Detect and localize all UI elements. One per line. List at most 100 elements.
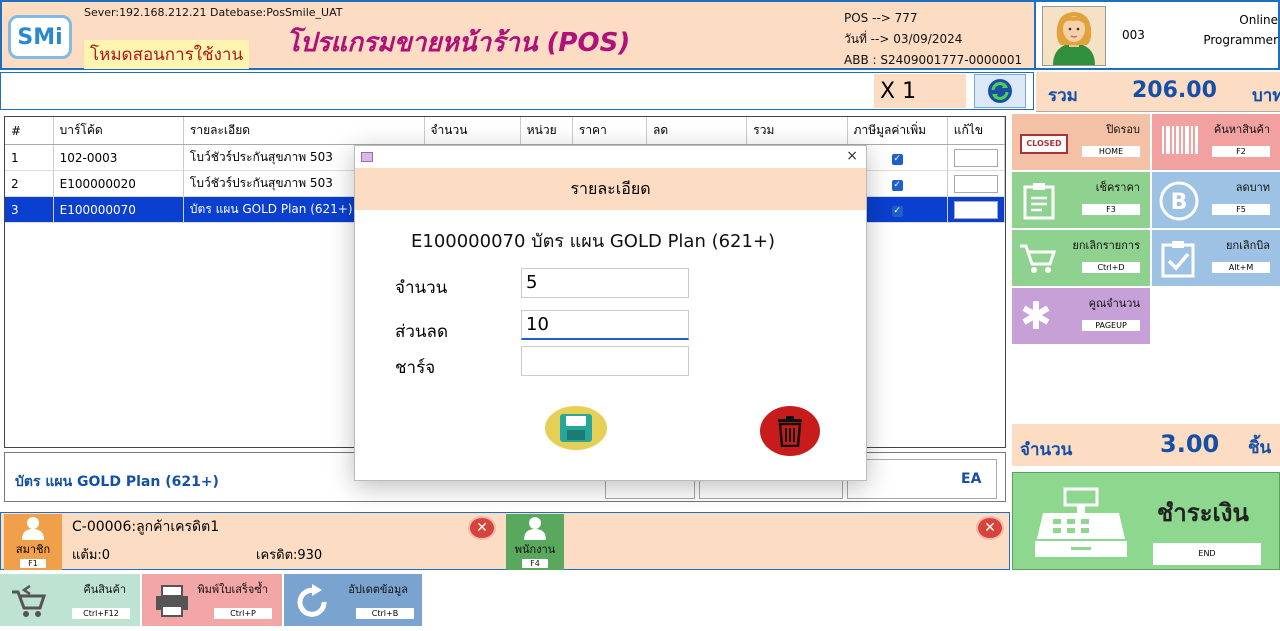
close-icon: ✕ <box>984 520 996 536</box>
clear-staff-button[interactable]: ✕ <box>976 516 1004 540</box>
online-status: Online <box>1239 13 1278 27</box>
pos-info: POS --> 777 วันที่ --> 03/09/2024 ABB : … <box>844 8 1022 71</box>
pos-number: POS --> 777 <box>844 11 918 25</box>
abb-number: ABB : S2409001777-0000001 <box>844 53 1023 67</box>
detail-item-name: บัตร แผน GOLD Plan (621+) <box>15 474 219 490</box>
member-button[interactable]: สมาชิก F1 <box>4 514 62 570</box>
quantity-label: จำนวน <box>1020 440 1073 460</box>
multiply-qty-label: คูณจำนวน <box>1088 297 1140 310</box>
clipboard-icon <box>1023 183 1055 220</box>
refresh-icon <box>297 584 327 617</box>
clear-member-button[interactable]: ✕ <box>468 516 496 540</box>
update-data-button[interactable]: อัปเดตข้อมูล Ctrl+B <box>284 574 422 626</box>
charge-field[interactable] <box>521 346 689 376</box>
cancel-bill-button[interactable]: ยกเลิกบิล Alt+M <box>1152 230 1280 286</box>
multiplier-display: X 1 <box>874 74 966 108</box>
staff-label: พนักงาน <box>514 543 556 556</box>
user-code: 003 <box>1122 28 1145 42</box>
user-status: Online Programmer <box>1203 10 1278 50</box>
user-role: Programmer <box>1203 33 1278 47</box>
return-goods-button[interactable]: คืนสินค้า Ctrl+F12 <box>0 574 140 626</box>
detail-unit: EA <box>961 471 982 487</box>
page-title: โปรแกรมขายหน้าร้าน (POS) <box>286 28 631 58</box>
smi-logo: SMi <box>8 15 72 59</box>
table-header: # บาร์โค้ด รายละเอียด จำนวน หน่วย ราคา ล… <box>5 117 1006 145</box>
cancel-item-button[interactable]: ยกเลิกรายการ Ctrl+D <box>1012 230 1150 286</box>
qty-field[interactable]: 5 <box>521 268 689 298</box>
staff-button[interactable]: พนักงาน F4 <box>506 514 564 570</box>
edit-cell[interactable] <box>953 200 998 219</box>
reprint-receipt-button[interactable]: พิมพ์ใบเสร็จซ้ำ Ctrl+P <box>142 574 282 626</box>
col-header: รวม <box>746 117 848 145</box>
vat-checkbox[interactable]: ✓ <box>891 180 903 191</box>
col-header: จำนวน <box>424 117 521 145</box>
cart-icon <box>1020 244 1057 273</box>
search-product-key: F2 <box>1212 146 1270 157</box>
customer-points: แต้ม:0 <box>72 548 111 563</box>
update-data-key: Ctrl+B <box>356 608 414 619</box>
row-number: 1 <box>5 144 54 171</box>
return-cart-icon <box>12 584 47 617</box>
dialog-title: รายละเอียด <box>355 168 866 210</box>
reprint-receipt-key: Ctrl+P <box>214 608 272 619</box>
row-barcode: E100000070 <box>53 196 184 223</box>
close-shift-label: ปิดรอบ <box>1106 123 1140 136</box>
close-shift-button[interactable]: CLOSED ปิดรอบ HOME <box>1012 114 1150 170</box>
server-info: Sever:192.168.212.21 Datebase:PosSmile_U… <box>84 6 343 19</box>
return-goods-key: Ctrl+F12 <box>72 608 130 619</box>
col-header: บาร์โค้ด <box>53 117 184 145</box>
edit-cell[interactable] <box>953 148 998 167</box>
header: SMi Sever:192.168.212.21 Datebase:PosSmi… <box>0 0 1034 70</box>
charge-label: ชาร์จ <box>395 358 436 378</box>
total-bar: รวม 206.00 บาท <box>1036 72 1280 112</box>
multiply-qty-key: PAGEUP <box>1082 320 1140 331</box>
pay-button[interactable]: ชำระเงิน END <box>1012 472 1280 570</box>
barcode-icon <box>1162 126 1198 154</box>
pay-key: END <box>1153 543 1261 565</box>
col-header: ภาษีมูลค่าเพิ่ม <box>847 117 948 145</box>
pay-label: ชำระเงิน <box>1157 499 1249 527</box>
vat-checkbox[interactable]: ✓ <box>891 154 903 165</box>
trash-icon <box>778 416 802 447</box>
total-unit: บาท <box>1252 86 1280 106</box>
svg-text:B: B <box>1171 190 1188 215</box>
dialog-close-button[interactable]: × <box>846 148 858 164</box>
close-shift-key: HOME <box>1082 146 1140 157</box>
discount-field[interactable]: 10 <box>521 310 689 340</box>
dialog-item: E100000070 บัตร แผน GOLD Plan (621+) <box>411 231 776 252</box>
discount-baht-button[interactable]: B ลดบาท F5 <box>1152 172 1280 228</box>
printer-icon <box>156 585 188 617</box>
floppy-disk-icon <box>560 414 592 442</box>
search-product-button[interactable]: ค้นหาสินค้า F2 <box>1152 114 1280 170</box>
member-key: F1 <box>20 559 46 568</box>
row-number: 3 <box>5 196 54 223</box>
vat-checkbox[interactable]: ✓ <box>891 206 903 217</box>
item-detail-dialog: × รายละเอียด E100000070 บัตร แผน GOLD Pl… <box>354 145 867 481</box>
bitcoin-icon: B <box>1159 181 1199 221</box>
cancel-item-key: Ctrl+D <box>1082 262 1140 273</box>
discount-baht-label: ลดบาท <box>1235 181 1270 194</box>
row-number: 2 <box>5 170 54 197</box>
avatar <box>1042 6 1106 66</box>
col-header: แก้ไข <box>947 117 1006 145</box>
edit-cell[interactable] <box>953 174 998 193</box>
quantity-bar: จำนวน 3.00 ชิ้น <box>1012 424 1280 466</box>
discount-baht-key: F5 <box>1212 204 1270 215</box>
quantity-unit: ชิ้น <box>1248 438 1272 458</box>
row-barcode: E100000020 <box>53 170 184 197</box>
cancel-bill-label: ยกเลิกบิล <box>1226 239 1270 252</box>
checklist-icon <box>1161 241 1195 278</box>
check-price-button[interactable]: เช็คราคา F3 <box>1012 172 1150 228</box>
person-icon <box>22 517 44 540</box>
save-button[interactable] <box>545 406 607 450</box>
row-barcode: 102-0003 <box>53 144 184 171</box>
refresh-icon <box>988 79 1012 103</box>
multiply-qty-button[interactable]: ✱ คูณจำนวน PAGEUP <box>1012 288 1150 344</box>
col-header: ราคา <box>572 117 648 145</box>
pos-date: วันที่ --> 03/09/2024 <box>844 32 963 46</box>
training-mode-label: โหมดสอนการใช้งาน <box>84 40 250 69</box>
delete-button[interactable] <box>760 406 820 456</box>
closed-sign-icon: CLOSED <box>1020 134 1068 154</box>
reprint-receipt-label: พิมพ์ใบเสร็จซ้ำ <box>197 583 268 596</box>
refresh-button[interactable] <box>974 74 1026 108</box>
